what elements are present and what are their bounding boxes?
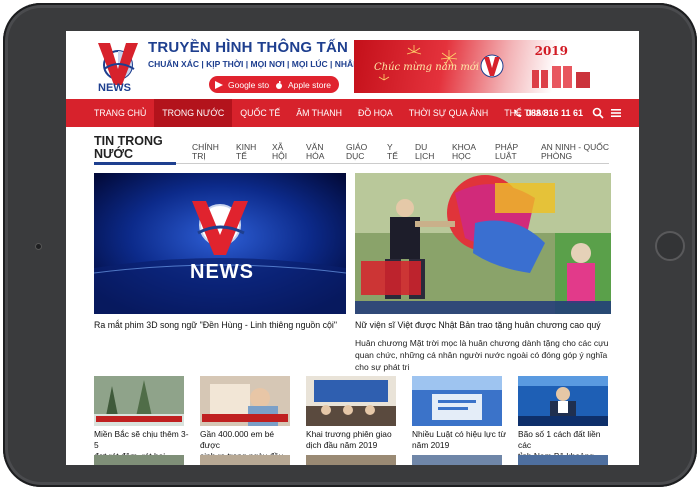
nav-item-quoc-te[interactable]: QUỐC TẾ — [232, 99, 288, 127]
category-xa-hoi[interactable]: XÃ HỘI — [272, 143, 287, 161]
thumb-title-line: Bão số 1 cách đất liền các — [518, 429, 601, 450]
thumb-image-4[interactable] — [412, 376, 502, 426]
thumb-image-5[interactable] — [518, 376, 608, 426]
main-story-left-image[interactable]: NEWS — [94, 173, 346, 314]
thumb-image-3[interactable] — [306, 376, 396, 426]
cold-weather-photo — [94, 376, 184, 426]
category-du-lich[interactable]: DU LỊCH — [415, 143, 434, 161]
apple-store-label: Apple store — [288, 79, 331, 90]
nav-label: ÂM THANH — [296, 108, 342, 118]
nav-item-do-hoa[interactable]: ĐỒ HỌA — [350, 99, 401, 127]
phone-icon — [514, 109, 521, 117]
apple-store-button[interactable]: Apple store — [269, 76, 339, 93]
category-label: HÓA — [306, 151, 325, 161]
thumb-title-3[interactable]: Khai trương phiên giao dịch đầu năm 2019 — [306, 429, 402, 451]
camera-icon — [35, 243, 42, 250]
category-kinh-te[interactable]: KINH TẾ — [236, 143, 256, 161]
thumb-row2-image[interactable] — [94, 455, 184, 465]
apple-icon — [276, 80, 282, 89]
thumb-title-4[interactable]: Nhiều Luật có hiệu lực từ năm 2019 — [412, 429, 508, 451]
thumb-title-line: Gần 400.000 em bé được — [200, 429, 275, 450]
nav-item-am-thanh[interactable]: ÂM THANH — [288, 99, 350, 127]
vnews-broadcast-image — [94, 173, 346, 314]
category-label: TRỊ — [192, 151, 206, 161]
section-rule — [176, 163, 609, 164]
category-label: TẾ — [236, 151, 247, 161]
search-icon[interactable] — [592, 107, 604, 119]
brand-tagline: CHUẨN XÁC | KỊP THỜI | MỌI NƠI | MỌI LÚC… — [148, 59, 380, 69]
weather-news-photo — [518, 376, 608, 426]
hotline[interactable]: 088 816 11 61 — [513, 99, 583, 127]
category-label: PHÒNG — [541, 151, 573, 161]
category-chinh-tri[interactable]: CHÍNH TRỊ — [192, 143, 219, 161]
thumb-row2-image[interactable] — [412, 455, 502, 465]
category-label: LỊCH — [415, 151, 435, 161]
category-label: HỘI — [272, 151, 288, 161]
thumb-title-line: Miền Bắc sẽ chịu thêm 3-5 — [94, 429, 189, 450]
thumb-title-line: năm 2019 — [412, 440, 450, 450]
category-an-ninh-quoc-phong[interactable]: AN NINH - QUỐC PHÒNG — [541, 143, 609, 161]
banner-year: 2019 — [534, 44, 568, 58]
category-phap-luat[interactable]: PHÁP LUẬT — [495, 143, 518, 161]
thumb-title-line: Nhiều Luật có hiệu lực từ — [412, 429, 507, 439]
category-van-hoa[interactable]: VĂN HÓA — [306, 143, 324, 161]
thumb-image-1[interactable] — [94, 376, 184, 426]
thumb-image-2[interactable] — [200, 376, 290, 426]
logo-text: NEWS — [98, 82, 131, 94]
section-underline — [94, 162, 176, 165]
category-y-te[interactable]: Y TẾ — [387, 143, 398, 161]
nav-label: QUỐC TẾ — [240, 108, 281, 118]
nav-label: THỜI SỰ QUA ẢNH — [408, 108, 489, 118]
site-header: NEWS TRUYỀN HÌNH THÔNG TẤN CHUẨN XÁC | K… — [66, 31, 639, 99]
section-title[interactable]: TIN TRONG NƯỚC — [94, 135, 174, 161]
thumb-row2-image[interactable] — [306, 455, 396, 465]
thumb-title-line: Khai trương phiên giao — [306, 429, 392, 439]
thumb-title-line: dịch đầu năm 2019 — [306, 440, 378, 450]
thumb-row2-image[interactable] — [200, 455, 290, 465]
home-button[interactable] — [655, 231, 685, 261]
hero-logo-text: NEWS — [190, 261, 254, 283]
nav-label: ĐỒ HỌA — [357, 108, 393, 118]
banner-greeting: Chúc mừng năm mới — [374, 62, 480, 73]
section-title-line2: NƯỚC — [94, 147, 134, 161]
newborn-photo — [200, 376, 290, 426]
nav-item-trong-nuoc[interactable]: TRONG NƯỚC — [154, 99, 233, 127]
main-story-right-description: Huân chương Mặt trời mọc là huân chương … — [355, 338, 609, 372]
stock-exchange-photo — [306, 376, 396, 426]
category-giao-duc[interactable]: GIÁO DỤC — [346, 143, 367, 161]
category-label: TẾ — [387, 151, 398, 161]
screen: NEWS TRUYỀN HÌNH THÔNG TẤN CHUẨN XÁC | K… — [66, 31, 639, 465]
festival-photo — [355, 173, 611, 314]
category-label: HỌC — [452, 151, 471, 161]
nav-label: TRONG NƯỚC — [162, 108, 225, 118]
thumb-row2-image[interactable] — [518, 455, 608, 465]
nav-item-thoi-su-qua-anh[interactable]: THỜI SỰ QUA ẢNH — [401, 99, 497, 127]
main-story-left-title[interactable]: Ra mắt phim 3D song ngữ "Đền Hùng - Linh… — [94, 320, 337, 330]
nav-label: TRANG CHỦ — [94, 108, 147, 118]
tablet-frame: NEWS TRUYỀN HÌNH THÔNG TẤN CHUẨN XÁC | K… — [3, 3, 697, 487]
hotline-number: 088 816 11 61 — [526, 108, 584, 118]
category-khoa-hoc[interactable]: KHOA HỌC — [452, 143, 476, 161]
brand-title: TRUYỀN HÌNH THÔNG TẤN — [148, 39, 349, 56]
main-story-right-title[interactable]: Nữ viện sĩ Việt được Nhật Bản trao tặng … — [355, 320, 601, 330]
google-play-icon — [215, 80, 223, 89]
category-label: LUẬT — [495, 151, 517, 161]
menu-icon[interactable] — [610, 107, 622, 119]
main-nav: TRANG CHỦ TRONG NƯỚC QUỐC TẾ ÂM THANH ĐỒ… — [66, 99, 639, 127]
main-story-right-image[interactable] — [355, 173, 611, 314]
nav-item-trang-chu[interactable]: TRANG CHỦ — [66, 99, 154, 127]
category-label: DỤC — [346, 151, 365, 161]
new-year-banner[interactable]: Chúc mừng năm mới 2019 — [354, 40, 610, 93]
law-graphic — [412, 376, 502, 426]
